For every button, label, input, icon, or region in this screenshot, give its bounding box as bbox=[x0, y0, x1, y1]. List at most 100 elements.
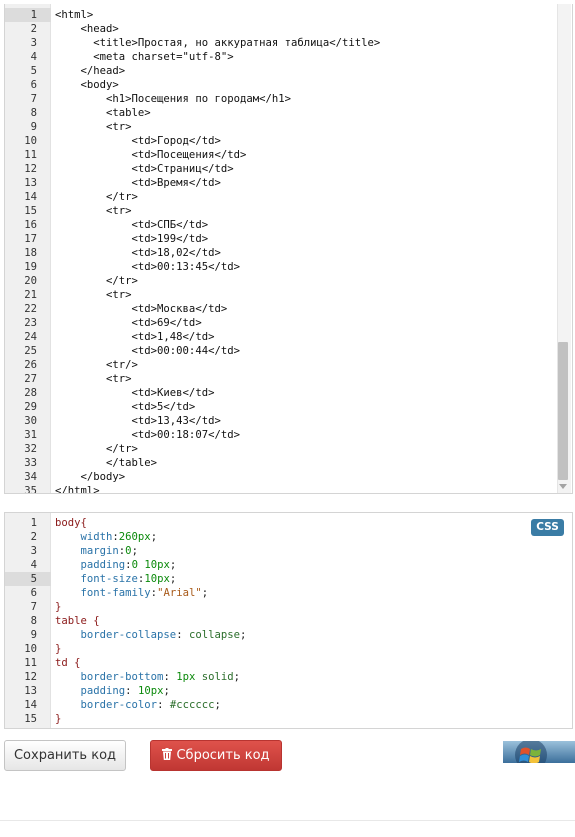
code-text[interactable]: td { bbox=[55, 656, 81, 670]
code-text[interactable]: <tr/> bbox=[55, 358, 138, 372]
css-code-line[interactable]: 7} bbox=[5, 600, 572, 614]
line-number: 11 bbox=[24, 657, 37, 669]
css-code-editor[interactable]: 1 body{2 width:260px; 3 margin:0; 4 padding… bbox=[4, 512, 573, 729]
code-text[interactable]: <td>Страниц</td> bbox=[55, 162, 234, 176]
code-text[interactable]: border-bottom: 1px solid; bbox=[55, 670, 241, 684]
code-text[interactable]: body{ bbox=[55, 516, 87, 530]
code-text[interactable]: <tr> bbox=[55, 372, 132, 386]
html-code-line[interactable]: 28 <td>Киев</td> bbox=[5, 386, 572, 400]
line-number: 13 bbox=[24, 177, 37, 189]
code-text[interactable]: } bbox=[55, 642, 61, 656]
code-text[interactable]: <head> bbox=[55, 22, 119, 36]
code-token: 1px bbox=[176, 671, 196, 683]
line-number: 21 bbox=[24, 289, 37, 301]
code-text[interactable]: <td>Время</td> bbox=[55, 176, 221, 190]
reset-code-button[interactable]: Сбросить код bbox=[150, 740, 282, 771]
css-code-line[interactable]: 9 border-collapse: collapse; bbox=[5, 628, 572, 642]
html-code-line[interactable]: 27 <tr> bbox=[5, 372, 572, 386]
html-code-line[interactable]: 25 <td>00:00:44</td> bbox=[5, 344, 572, 358]
css-code-line[interactable]: 8 table { bbox=[5, 614, 572, 628]
code-text[interactable]: <td>00:00:44</td> bbox=[55, 344, 240, 358]
css-code-line[interactable]: 1 body{ bbox=[5, 516, 572, 530]
html-code-line[interactable]: 35 </html> bbox=[5, 484, 572, 493]
line-number: 11 bbox=[24, 149, 37, 161]
code-text[interactable]: </table> bbox=[55, 456, 157, 470]
code-text[interactable]: <td>5</td> bbox=[55, 400, 196, 414]
code-text[interactable]: width:260px; bbox=[55, 530, 158, 544]
code-text[interactable]: <td>Посещения</td> bbox=[55, 148, 247, 162]
save-code-button[interactable]: Сохранить код bbox=[4, 740, 126, 771]
scroll-down-arrow-icon[interactable] bbox=[559, 484, 567, 489]
code-text[interactable]: border-color: #cccccc; bbox=[55, 698, 221, 712]
code-token: } bbox=[55, 643, 62, 655]
code-text[interactable]: <td>69</td> bbox=[55, 316, 202, 330]
code-token: font-family bbox=[55, 587, 151, 599]
css-code-line[interactable]: 11 td { bbox=[5, 656, 572, 670]
code-text[interactable]: <body> bbox=[55, 78, 119, 92]
css-code-line[interactable]: 4 padding:0 10px; bbox=[5, 558, 572, 572]
code-text[interactable]: <table> bbox=[55, 106, 151, 120]
css-code-line[interactable]: 3 margin:0; bbox=[5, 544, 572, 558]
line-number: 8 bbox=[30, 615, 37, 627]
code-text[interactable]: padding: 10px; bbox=[55, 684, 170, 698]
code-text[interactable]: <title>Простая, но аккуратная таблица</t… bbox=[55, 36, 380, 50]
code-text[interactable]: table { bbox=[55, 614, 100, 628]
line-number: 15 bbox=[24, 713, 37, 725]
code-text[interactable]: </tr> bbox=[55, 442, 138, 456]
css-code-line[interactable]: 5 font-size:10px; bbox=[5, 572, 572, 586]
css-code-line[interactable]: 2 width:260px; bbox=[5, 530, 572, 544]
code-text[interactable]: </tr> bbox=[55, 274, 138, 288]
code-text[interactable]: </html> bbox=[55, 484, 100, 493]
code-text[interactable]: </tr> bbox=[55, 190, 138, 204]
html-code-editor[interactable]: 1 <html> 2 <head> 3 <title>Простая, но акку… bbox=[4, 4, 573, 494]
code-text[interactable]: margin:0; bbox=[55, 544, 138, 558]
code-text[interactable]: <h1>Посещения по городам</h1> bbox=[55, 92, 291, 106]
code-text[interactable]: <html> bbox=[55, 8, 93, 22]
html-code-line[interactable]: 29 <td>5</td> bbox=[5, 400, 572, 414]
line-number: 1 bbox=[30, 9, 37, 21]
code-token: #cccccc bbox=[169, 699, 215, 711]
code-text[interactable]: <td>Москва</td> bbox=[55, 302, 228, 316]
html-code-line[interactable]: 30 <td>13,43</td> bbox=[5, 414, 572, 428]
code-token: width bbox=[55, 531, 113, 543]
css-code-line[interactable]: 6 font-family:"Arial"; bbox=[5, 586, 572, 600]
code-text[interactable]: </head> bbox=[55, 64, 126, 78]
code-text[interactable]: padding:0 10px; bbox=[55, 558, 177, 572]
code-text[interactable]: <td>Киев</td> bbox=[55, 386, 215, 400]
code-text[interactable]: } bbox=[55, 712, 61, 726]
code-text[interactable]: border-collapse: collapse; bbox=[55, 628, 247, 642]
code-text[interactable]: font-size:10px; bbox=[55, 572, 177, 586]
code-text[interactable]: font-family:"Arial"; bbox=[55, 586, 209, 600]
code-token: 10px bbox=[144, 573, 170, 585]
html-code-line[interactable]: 32 </tr> bbox=[5, 442, 572, 456]
line-number: 9 bbox=[30, 121, 37, 133]
code-text[interactable]: <td>Город</td> bbox=[55, 134, 221, 148]
code-text[interactable]: <td>СПБ</td> bbox=[55, 218, 209, 232]
code-text[interactable]: </body> bbox=[55, 470, 126, 484]
code-text[interactable]: <td>18,02</td> bbox=[55, 246, 221, 260]
scrollbar-thumb[interactable] bbox=[558, 342, 568, 480]
line-number: 14 bbox=[24, 699, 37, 711]
code-text[interactable]: <tr> bbox=[55, 120, 132, 134]
css-code-line[interactable]: 12 border-bottom: 1px solid; bbox=[5, 670, 572, 684]
code-text[interactable]: <td>00:18:07</td> bbox=[55, 428, 240, 442]
code-text[interactable]: <tr> bbox=[55, 288, 132, 302]
code-text[interactable]: <meta charset="utf-8"> bbox=[55, 50, 233, 64]
html-code-line[interactable]: 31 <td>00:18:07</td> bbox=[5, 428, 572, 442]
css-code-line[interactable]: 10} bbox=[5, 642, 572, 656]
css-code-lines[interactable]: 1 body{2 width:260px; 3 margin:0; 4 padding… bbox=[5, 516, 572, 726]
css-code-line[interactable]: 15} bbox=[5, 712, 572, 726]
line-number: 32 bbox=[24, 443, 37, 455]
html-code-line[interactable]: 26 <tr/> bbox=[5, 358, 572, 372]
css-code-line[interactable]: 14 border-color: #cccccc; bbox=[5, 698, 572, 712]
code-text[interactable]: <td>00:13:45</td> bbox=[55, 260, 240, 274]
code-text[interactable]: <tr> bbox=[55, 204, 132, 218]
code-text[interactable]: } bbox=[55, 600, 61, 614]
html-editor-scrollbar[interactable] bbox=[557, 4, 571, 493]
code-text[interactable]: <td>13,43</td> bbox=[55, 414, 221, 428]
html-code-line[interactable]: 34 </body> bbox=[5, 470, 572, 484]
html-code-line[interactable]: 33 </table> bbox=[5, 456, 572, 470]
code-text[interactable]: <td>199</td> bbox=[55, 232, 209, 246]
css-code-line[interactable]: 13 padding: 10px; bbox=[5, 684, 572, 698]
code-text[interactable]: <td>1,48</td> bbox=[55, 330, 215, 344]
